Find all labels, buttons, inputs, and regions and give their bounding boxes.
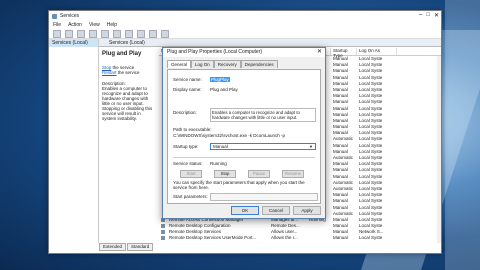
dialog-buttons: OK Cancel Apply [231, 206, 321, 215]
service-startup-cell: Manual [333, 235, 348, 241]
dialog-tabs: General Log On Recovery Dependencies [163, 57, 325, 68]
start-button[interactable]: Start [180, 170, 202, 178]
tab-log-on[interactable]: Log On [191, 60, 214, 68]
description-field[interactable]: Enables a computer to recognize and adap… [210, 108, 316, 122]
close-icon[interactable]: ✕ [434, 12, 439, 19]
menu-file[interactable]: File [53, 22, 61, 28]
tab-standard[interactable]: Standard [127, 243, 154, 251]
pause-service-icon[interactable] [149, 29, 157, 38]
export-icon[interactable] [101, 29, 109, 38]
console-tree: Services (Local) [49, 39, 99, 243]
startup-type-label: Startup type: [173, 144, 199, 149]
maximize-icon[interactable]: □ [426, 12, 430, 19]
toolbar [49, 29, 441, 39]
column-startup-type[interactable]: Startup Type [331, 48, 357, 58]
column-log-on-as[interactable]: Log On As [357, 48, 397, 55]
service-gear-icon [161, 236, 165, 241]
general-tab-panel: Service name: PlugPlay Display name: Plu… [167, 69, 321, 204]
tab-dependencies[interactable]: Dependencies [240, 60, 278, 68]
service-name-text: Remote Desktop Services UserMode Port... [169, 235, 257, 241]
dialog-title-bar: Plug and Play Properties (Local Computer… [163, 48, 325, 57]
service-name-text: Remote Desktop Configuration [169, 223, 231, 229]
back-icon[interactable] [53, 29, 61, 38]
service-name-cell: Remote Desktop Services UserMode Port... [159, 235, 269, 241]
service-status-value: Running [210, 161, 227, 166]
start-parameters-label: Start parameters: [173, 194, 208, 199]
menu-action[interactable]: Action [68, 22, 82, 28]
apply-button[interactable]: Apply [293, 206, 321, 215]
tree-item-services-local[interactable]: Services (Local) [49, 39, 98, 47]
wallpaper-light-beam [445, 0, 480, 270]
startup-type-value: Manual [213, 144, 228, 149]
detail-description: Enables a computer to recognize and adap… [102, 86, 153, 121]
stop-service-icon[interactable] [137, 29, 145, 38]
service-description-cell: Allows the r... [271, 235, 298, 241]
window-controls: – □ ✕ [419, 12, 439, 19]
service-status-cell [307, 235, 331, 241]
start-service-icon[interactable] [125, 29, 133, 38]
service-gear-icon [161, 230, 165, 235]
pause-button[interactable]: Pause [248, 170, 270, 178]
tab-recovery[interactable]: Recovery [213, 60, 241, 68]
divider [173, 157, 315, 158]
tab-extended[interactable]: Extended [99, 243, 127, 251]
dialog-title: Plug and Play Properties (Local Computer… [167, 49, 263, 55]
service-name-label: Service name: [173, 77, 202, 82]
service-name-value[interactable]: PlugPlay [210, 77, 230, 82]
service-status-label: Service status: [173, 161, 203, 166]
restart-link-suffix: the service [116, 70, 140, 75]
startup-type-select[interactable]: Manual ▼ [210, 143, 316, 150]
start-parameters-hint: You can specify the start parameters tha… [173, 180, 305, 190]
services-app-icon [52, 13, 57, 19]
service-detail-panel: Plug and Play Stop the service Restart t… [99, 48, 159, 243]
table-row[interactable]: Remote Desktop Services UserMode Port...… [159, 235, 441, 241]
minimize-icon[interactable]: – [419, 12, 422, 19]
forward-icon[interactable] [65, 29, 73, 38]
path-label: Path to executable: [173, 127, 212, 132]
tab-general[interactable]: General [167, 60, 192, 68]
cancel-button[interactable]: Cancel [262, 206, 290, 215]
restart-service-icon[interactable] [161, 29, 169, 38]
menu-bar: File Action View Help [49, 21, 441, 29]
properties-dialog: Plug and Play Properties (Local Computer… [162, 47, 326, 219]
path-value[interactable]: C:\WINDOWS\system32\svchost.exe -k DcomL… [173, 133, 285, 138]
stop-button[interactable]: Stop [214, 170, 236, 178]
refresh-icon[interactable] [89, 29, 97, 38]
restart-service-link[interactable]: Restart [102, 70, 117, 75]
vertical-scrollbar[interactable] [437, 56, 441, 243]
display-name-value[interactable]: Plug and Play [210, 87, 238, 92]
pane-header: Services (Local) [99, 39, 441, 47]
help-icon[interactable] [113, 29, 121, 38]
service-gear-icon [161, 223, 165, 228]
title-bar: Services [49, 11, 441, 21]
window-title: Services [60, 13, 80, 19]
detail-title: Plug and Play [102, 51, 142, 57]
menu-help[interactable]: Help [107, 22, 117, 28]
resume-button[interactable]: Resume [282, 170, 304, 178]
ok-button[interactable]: OK [231, 206, 259, 215]
show-hide-tree-icon[interactable] [77, 29, 85, 38]
menu-view[interactable]: View [89, 22, 100, 28]
service-name-text: Remote Desktop Services [169, 229, 222, 235]
close-icon[interactable]: ✕ [317, 48, 322, 57]
display-name-label: Display name: [173, 87, 202, 92]
view-tabs: Extended Standard [99, 243, 154, 251]
start-parameters-input[interactable] [210, 193, 318, 201]
service-logon-cell: Local Syste [359, 235, 383, 241]
description-label: Description: [173, 110, 197, 115]
chevron-down-icon: ▼ [309, 144, 313, 149]
